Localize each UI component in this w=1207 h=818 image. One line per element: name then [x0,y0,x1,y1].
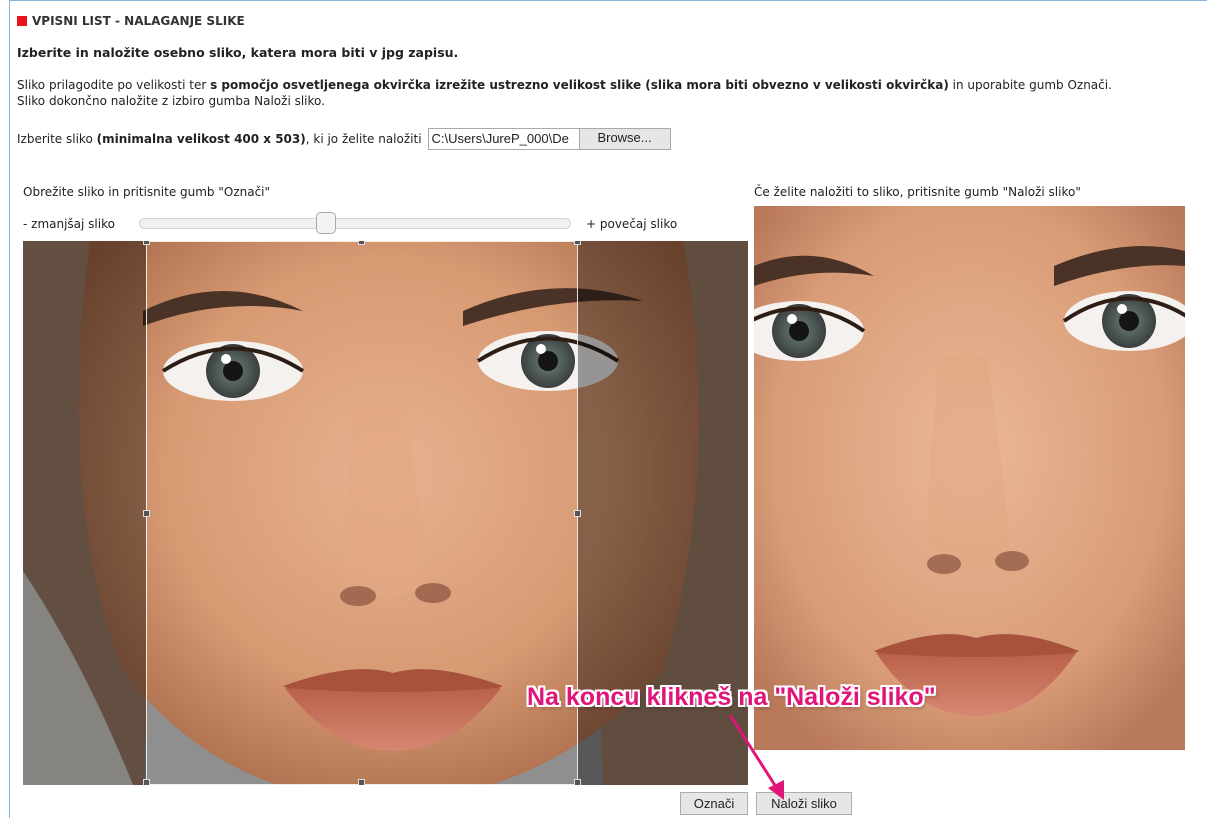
file-path-field[interactable]: C:\Users\JureP_000\De [428,129,579,149]
file-label: Izberite sliko [17,132,93,146]
section-title: VPISNI LIST - NALAGANJE SLIKE [32,14,245,28]
upload-button[interactable]: Naloži sliko [756,792,852,815]
file-select-row: Izberite sliko (minimalna velikost 400 x… [17,128,671,150]
crop-handle-s[interactable] [358,779,365,785]
crop-handle-sw[interactable] [143,779,150,785]
frame-border-top [9,0,1207,1]
crop-selection-box[interactable] [146,241,578,785]
instructions-bold: s pomočjo osvetljenega okvirčka izrežite… [210,78,949,92]
crop-handle-w[interactable] [143,510,150,517]
crop-instruction: Obrežite sliko in pritisnite gumb "Označ… [23,185,271,199]
section-header: VPISNI LIST - NALAGANJE SLIKE [17,14,245,28]
crop-handle-nw[interactable] [143,241,150,245]
file-label-end: , ki jo želite naložiti [305,132,422,146]
crop-dim-left [23,241,146,785]
preview-instruction: Če želite naložiti to sliko, pritisnite … [754,185,1081,199]
zoom-in-label: + povečaj sliko [586,217,678,231]
face-photo-cropped-icon [754,206,1185,750]
instructions: Sliko prilagodite po velikosti ter s pom… [17,77,1112,109]
browse-button[interactable]: Browse... [578,129,670,149]
crop-handle-se[interactable] [574,779,581,785]
crop-handle-n[interactable] [358,241,365,245]
crop-handle-e[interactable] [574,510,581,517]
intro-text: Izberite in naložite osebno sliko, kater… [17,45,459,60]
crop-handle-ne[interactable] [574,241,581,245]
zoom-slider-handle[interactable] [316,212,337,234]
mark-button[interactable]: Označi [680,792,748,815]
frame-border-left [9,0,10,818]
red-square-icon [17,16,27,26]
file-input[interactable]: C:\Users\JureP_000\De Browse... [427,128,671,150]
zoom-slider[interactable] [139,218,571,229]
instructions-part3: in uporabite gumb Označi. [948,78,1112,92]
instructions-line2: Sliko dokončno naložite z izbiro gumba N… [17,94,325,108]
zoom-out-label: - zmanjšaj sliko [23,217,115,231]
preview-image [754,206,1185,750]
instructions-part1: Sliko prilagodite po velikosti ter [17,78,211,92]
annotation-callout: Na koncu klikneš na "Naloži sliko" [527,683,936,711]
file-min-size: (minimalna velikost 400 x 503) [96,132,306,146]
